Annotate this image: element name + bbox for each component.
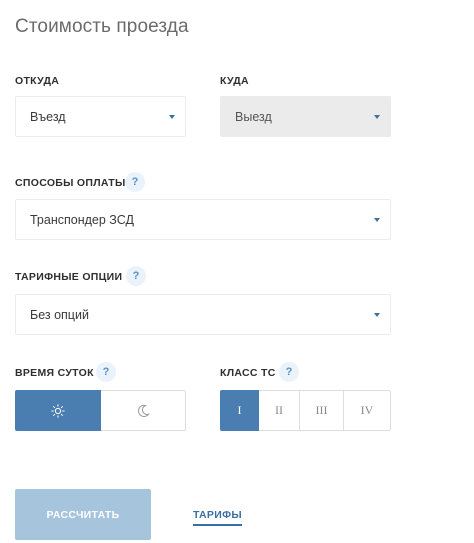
time-of-day-toggle <box>15 390 186 431</box>
sun-icon <box>51 403 65 418</box>
night-option[interactable] <box>101 390 186 431</box>
from-select[interactable]: Въезд <box>15 96 186 137</box>
tariffs-link[interactable]: ТАРИФЫ <box>193 509 242 526</box>
chevron-down-icon <box>374 217 380 222</box>
to-select[interactable]: Выезд <box>220 96 391 137</box>
tariff-options-value: Без опций <box>30 307 89 322</box>
calculate-button[interactable]: РАССЧИТАТЬ <box>15 489 151 540</box>
time-of-day-label: ВРЕМЯ СУТОК <box>15 367 94 379</box>
from-select-value: Въезд <box>30 109 66 124</box>
to-label: КУДА <box>220 75 249 87</box>
day-option[interactable] <box>15 390 101 431</box>
class-option-2[interactable]: II <box>259 390 300 431</box>
chevron-down-icon <box>169 114 175 119</box>
class-option-3[interactable]: III <box>300 390 344 431</box>
to-select-value: Выезд <box>235 109 272 124</box>
tariff-help-icon[interactable]: ? <box>126 266 146 286</box>
tariff-options-label: ТАРИФНЫЕ ОПЦИИ <box>15 271 123 283</box>
payment-help-icon[interactable]: ? <box>125 172 145 192</box>
class-option-1[interactable]: I <box>220 390 259 431</box>
chevron-down-icon <box>374 312 380 317</box>
vehicle-class-label: КЛАСС ТС <box>220 367 276 379</box>
payment-label: СПОСОБЫ ОПЛАТЫ <box>15 177 126 189</box>
payment-select-value: Транспондер ЗСД <box>30 212 134 227</box>
from-label: ОТКУДА <box>15 75 60 87</box>
fare-calculator: Стоимость проезда ОТКУДА Въезд КУДА Выез… <box>0 0 474 543</box>
moon-icon <box>138 404 150 417</box>
vehicle-class-toggle: I II III IV <box>220 390 391 431</box>
vehicle-class-help-icon[interactable]: ? <box>279 362 299 382</box>
chevron-down-icon <box>374 114 380 119</box>
page-title: Стоимость проезда <box>15 16 189 37</box>
payment-select[interactable]: Транспондер ЗСД <box>15 199 391 240</box>
time-of-day-help-icon[interactable]: ? <box>96 362 116 382</box>
tariff-options-select[interactable]: Без опций <box>15 294 391 335</box>
class-option-4[interactable]: IV <box>344 390 391 431</box>
